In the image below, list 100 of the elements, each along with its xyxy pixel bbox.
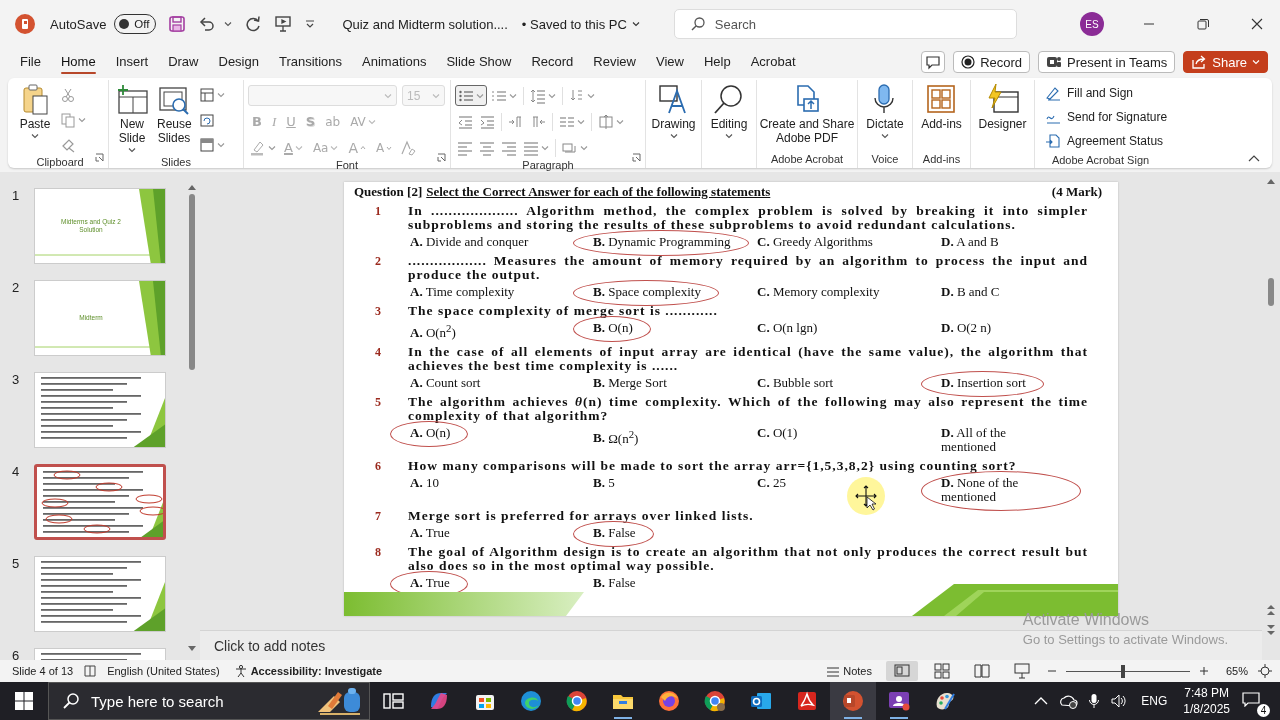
microphone-icon[interactable] bbox=[1088, 693, 1101, 709]
customize-icon[interactable] bbox=[304, 18, 317, 30]
ribbon-tab[interactable]: Review bbox=[583, 50, 646, 74]
undo-icon[interactable] bbox=[198, 15, 217, 33]
app-logo-icon bbox=[14, 13, 36, 35]
new-slide-button[interactable]: New Slide bbox=[113, 82, 151, 154]
caret-icon bbox=[432, 92, 440, 99]
answer-option: A. O(n$^{2}$) bbox=[410, 321, 456, 341]
caret-icon bbox=[509, 92, 517, 99]
share-icon bbox=[1191, 54, 1208, 70]
caret-icon bbox=[577, 118, 585, 125]
drawing-button[interactable]: Drawing bbox=[649, 82, 698, 140]
ribbon-tab[interactable]: Slide Show bbox=[436, 50, 522, 74]
dialog-launcher-icon[interactable] bbox=[632, 153, 641, 162]
add-ins-button[interactable]: Add-ins bbox=[919, 82, 964, 132]
designer-icon bbox=[985, 83, 1020, 115]
clock[interactable]: 7:48 PM 1/8/2025 bbox=[1183, 685, 1230, 717]
answer-option: B. Space complexity bbox=[593, 285, 701, 299]
group-label: Adobe Acrobat Sign bbox=[1051, 154, 1150, 166]
redo-icon[interactable] bbox=[244, 15, 263, 33]
scrollbar-thumb[interactable] bbox=[189, 194, 195, 370]
ribbon-tab[interactable]: Acrobat bbox=[740, 50, 806, 74]
taskbar-search-field[interactable]: Type here to search bbox=[48, 682, 370, 720]
editing-button[interactable]: Editing bbox=[708, 82, 750, 140]
language-label[interactable]: English (United States) bbox=[107, 665, 220, 677]
reuse-slides-button[interactable]: Reuse Slides bbox=[155, 82, 193, 146]
ribbon-tab[interactable]: Home bbox=[50, 50, 106, 74]
answer-option: B. Ω(n$^{2}$) bbox=[593, 426, 639, 446]
caret-icon bbox=[217, 91, 225, 98]
record-icon bbox=[961, 55, 976, 69]
input-language[interactable]: ENG bbox=[1141, 694, 1168, 708]
agreement-status-button[interactable]: Agreement Status bbox=[1045, 130, 1168, 152]
agreement-status-icon bbox=[1045, 133, 1061, 149]
presentation-app-icon[interactable] bbox=[830, 682, 876, 720]
dictate-button[interactable]: Dictate bbox=[864, 82, 906, 140]
slide-thumbnail[interactable] bbox=[34, 556, 166, 632]
dialog-launcher-icon[interactable] bbox=[95, 153, 104, 162]
paste-button[interactable]: Paste bbox=[16, 82, 54, 140]
account-avatar[interactable]: ES bbox=[1080, 12, 1104, 36]
normal-view-icon bbox=[893, 663, 910, 679]
caret-icon bbox=[541, 144, 549, 151]
ribbon-tab[interactable]: Help bbox=[693, 50, 741, 74]
network-icon[interactable] bbox=[1058, 693, 1079, 709]
layout-icon bbox=[199, 86, 215, 103]
right-to-left-icon bbox=[530, 113, 546, 130]
ribbon-tab[interactable]: Record bbox=[521, 50, 584, 74]
create-pdf-button[interactable]: Create and Share Adobe PDF bbox=[757, 82, 857, 146]
answer-option: D. Insertion sort bbox=[941, 376, 1026, 391]
present-in-teams-button[interactable]: Present in Teams bbox=[1038, 51, 1176, 73]
answer-option: B. False bbox=[593, 576, 636, 591]
notes-placeholder[interactable]: Click to add notes bbox=[214, 637, 326, 654]
slide-thumbnail[interactable] bbox=[34, 464, 166, 540]
save-icon[interactable] bbox=[168, 15, 187, 33]
search-field[interactable]: Search bbox=[673, 9, 1017, 39]
answer-option: A. Time complexity bbox=[410, 285, 515, 299]
share-button[interactable]: Share bbox=[1183, 51, 1268, 73]
accessibility-button[interactable]: Accessibility: Investigate bbox=[233, 664, 383, 678]
dialog-launcher-icon[interactable] bbox=[437, 153, 446, 162]
presentation-icon[interactable] bbox=[274, 15, 293, 33]
marks-label: (4 Mark) bbox=[1051, 185, 1102, 199]
designer-button[interactable]: Designer bbox=[976, 82, 1029, 132]
send-for-signature-button[interactable]: Send for Signature bbox=[1045, 106, 1168, 128]
scrollbar-thumb[interactable] bbox=[1268, 278, 1274, 306]
record-button[interactable]: Record bbox=[953, 51, 1031, 73]
zoom-slider-thumb[interactable] bbox=[1121, 664, 1125, 678]
notifications-button[interactable]: 4 bbox=[1238, 685, 1270, 717]
answer-option: D. B and C bbox=[941, 285, 1000, 299]
comments-button[interactable] bbox=[921, 51, 946, 73]
ribbon-tab[interactable]: Design bbox=[208, 50, 269, 74]
group-label: Paragraph bbox=[522, 159, 574, 171]
collapse-ribbon-icon[interactable] bbox=[1248, 154, 1260, 162]
answer-option: D. None of the mentioned bbox=[941, 476, 1063, 505]
fit-to-window-icon[interactable] bbox=[1258, 664, 1272, 678]
slide-number: 1 bbox=[11, 188, 21, 203]
answer-option: A. True bbox=[410, 526, 450, 541]
ribbon-tab[interactable]: Insert bbox=[105, 50, 159, 74]
show-hidden-icons-icon[interactable] bbox=[1034, 696, 1049, 706]
speaker-icon[interactable] bbox=[1110, 693, 1129, 709]
accessibility-icon bbox=[233, 664, 248, 678]
bullets-button[interactable] bbox=[455, 85, 487, 106]
ribbon-tab[interactable]: Transitions bbox=[268, 50, 353, 74]
ribbon-tab[interactable]: File bbox=[10, 50, 51, 74]
ribbon-tab[interactable]: Draw bbox=[158, 50, 209, 74]
ribbon-tab[interactable]: View bbox=[646, 50, 694, 74]
save-status-button[interactable]: • Saved to this PC bbox=[521, 16, 640, 32]
zoom-level-button[interactable]: 65% bbox=[1225, 665, 1248, 677]
caret-icon bbox=[217, 141, 225, 148]
notes-button[interactable]: Notes bbox=[826, 665, 872, 677]
ribbon-tab[interactable]: Animations bbox=[352, 50, 437, 74]
align-left-icon bbox=[457, 139, 473, 156]
answer-option: D. All of the mentioned bbox=[941, 426, 1063, 455]
answer-option: B. Merge Sort bbox=[593, 376, 667, 391]
fill-and-sign-button[interactable]: Fill and Sign bbox=[1045, 82, 1168, 104]
spelling-icon[interactable] bbox=[83, 664, 98, 678]
answer-option: D. A and B bbox=[941, 235, 999, 249]
slide-thumbnail[interactable] bbox=[34, 372, 166, 448]
question-text: The algorithm achieves θ(n) time complexity. Which of the following may also represent the time complexity of that algorithm? bbox=[408, 395, 1088, 424]
zoom-out-icon[interactable] bbox=[1047, 667, 1056, 675]
group-label: Voice bbox=[871, 152, 899, 165]
zoom-in-icon[interactable] bbox=[1199, 667, 1208, 675]
